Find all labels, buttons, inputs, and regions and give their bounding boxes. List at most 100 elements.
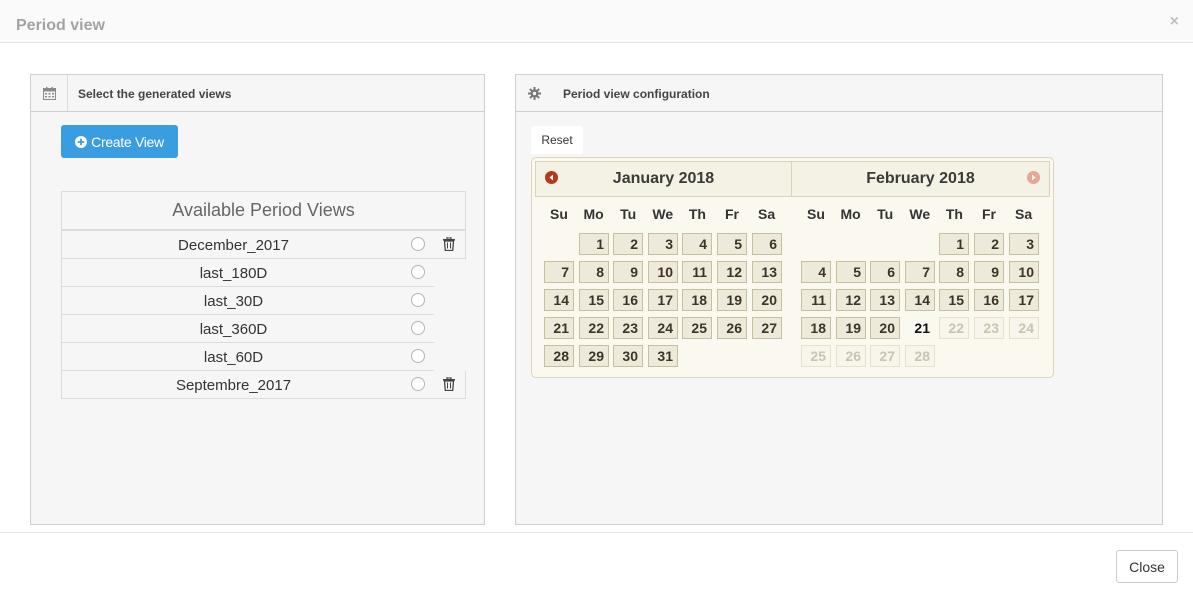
calendar-day[interactable]: 21 [905, 317, 935, 339]
create-view-label: Create View [91, 133, 164, 150]
calendar-day[interactable]: 11 [801, 289, 831, 311]
period-view-row[interactable]: last_30D [61, 287, 434, 315]
calendar-day[interactable]: 28 [544, 345, 574, 367]
month-title: January 2018 [535, 161, 792, 197]
calendar-day[interactable]: 1 [939, 233, 969, 255]
calendar-day[interactable]: 26 [717, 317, 747, 339]
calendar-day[interactable]: 14 [905, 289, 935, 311]
period-view-name: Septembre_2017 [175, 377, 292, 394]
calendar-day[interactable]: 4 [682, 233, 712, 255]
calendar-day[interactable]: 16 [613, 289, 643, 311]
trash-icon[interactable] [443, 236, 455, 256]
calendar-day[interactable]: 4 [801, 261, 831, 283]
calendar-day[interactable]: 6 [752, 233, 782, 255]
reset-button[interactable]: Reset [531, 126, 583, 154]
period-view-name: last_30D [203, 293, 264, 310]
calendar-day[interactable]: 10 [648, 261, 678, 283]
calendar-day[interactable]: 8 [939, 261, 969, 283]
calendar-day[interactable]: 6 [870, 261, 900, 283]
calendar-day[interactable]: 7 [544, 261, 574, 283]
calendar-day[interactable]: 21 [544, 317, 574, 339]
weekday-label: Su [807, 206, 825, 222]
calendar-day: 28 [905, 345, 935, 367]
calendar-day[interactable]: 23 [613, 317, 643, 339]
calendar-day[interactable]: 10 [1009, 261, 1039, 283]
weekday-label: Fr [982, 206, 996, 222]
calendar-day[interactable]: 19 [717, 289, 747, 311]
calendar-day[interactable]: 3 [1009, 233, 1039, 255]
calendar-day[interactable]: 31 [648, 345, 678, 367]
select-view-radio[interactable] [411, 349, 425, 363]
calendar-day[interactable]: 13 [870, 289, 900, 311]
period-view-row[interactable]: December_2017 [61, 231, 466, 259]
calendar-day[interactable]: 12 [717, 261, 747, 283]
calendar-day[interactable]: 17 [1009, 289, 1039, 311]
close-button[interactable]: Close [1116, 550, 1178, 583]
panel-header: Period view configuration [516, 75, 1162, 112]
calendar-day[interactable]: 17 [648, 289, 678, 311]
period-view-name: last_180D [199, 265, 268, 282]
calendar-day[interactable]: 20 [870, 317, 900, 339]
calendar-day[interactable]: 30 [613, 345, 643, 367]
table-header: Available Period Views [61, 191, 466, 231]
month-title: February 2018 [791, 161, 1050, 197]
period-view-row[interactable]: last_360D [61, 315, 434, 343]
calendar-day[interactable]: 2 [974, 233, 1004, 255]
panel-title: Select the generated views [78, 87, 232, 101]
period-view-row[interactable]: Septembre_2017 [61, 371, 466, 399]
select-view-radio[interactable] [411, 293, 425, 307]
weekday-label: Sa [758, 206, 776, 222]
calendar-day[interactable]: 15 [939, 289, 969, 311]
select-view-radio[interactable] [411, 237, 425, 251]
weekday-label: Tu [877, 206, 894, 222]
period-view-row[interactable]: last_60D [61, 343, 434, 371]
calendar-day[interactable]: 16 [974, 289, 1004, 311]
calendar-day[interactable]: 3 [648, 233, 678, 255]
calendar-day: 26 [836, 345, 866, 367]
calendar-day[interactable]: 13 [752, 261, 782, 283]
calendar-day[interactable]: 14 [544, 289, 574, 311]
plus-circle-icon [75, 135, 88, 148]
period-view-row[interactable]: last_180D [61, 259, 434, 287]
gear-icon [516, 75, 552, 111]
create-view-button[interactable]: Create View [61, 125, 178, 158]
calendar-day[interactable]: 22 [579, 317, 609, 339]
calendar-day[interactable]: 5 [836, 261, 866, 283]
weekday-label: Fr [725, 206, 739, 222]
calendar-day[interactable]: 9 [974, 261, 1004, 283]
trash-icon[interactable] [443, 376, 455, 396]
weekday-label: Tu [620, 206, 637, 222]
weekday-label: Th [688, 206, 706, 222]
calendar-day[interactable]: 25 [682, 317, 712, 339]
calendar-day[interactable]: 15 [579, 289, 609, 311]
select-view-radio[interactable] [411, 265, 425, 279]
weekday-label: Th [945, 206, 963, 222]
weekday-label: Su [550, 206, 568, 222]
select-view-radio[interactable] [411, 377, 425, 391]
period-views-table: Available Period Views December_2017last… [61, 191, 466, 399]
calendar-day[interactable]: 1 [579, 233, 609, 255]
calendar-day[interactable]: 8 [579, 261, 609, 283]
weekday-label: Mo [840, 206, 861, 222]
next-month-icon[interactable] [1027, 171, 1040, 184]
calendar-day[interactable]: 18 [801, 317, 831, 339]
prev-month-icon[interactable] [545, 171, 558, 184]
calendar-day[interactable]: 19 [836, 317, 866, 339]
close-x-icon[interactable]: × [1170, 13, 1179, 31]
calendar-day[interactable]: 11 [682, 261, 712, 283]
calendar-day[interactable]: 5 [717, 233, 747, 255]
calendar-day[interactable]: 7 [905, 261, 935, 283]
weekday-label: We [652, 206, 674, 222]
calendar-day[interactable]: 27 [752, 317, 782, 339]
panel-header: Select the generated views [31, 75, 484, 112]
calendar-day[interactable]: 20 [752, 289, 782, 311]
calendar-day[interactable]: 9 [613, 261, 643, 283]
select-view-radio[interactable] [411, 321, 425, 335]
modal-title: Period view [16, 17, 105, 34]
calendar-day[interactable]: 12 [836, 289, 866, 311]
calendar-day: 24 [1009, 317, 1039, 339]
calendar-day[interactable]: 18 [682, 289, 712, 311]
calendar-day[interactable]: 24 [648, 317, 678, 339]
calendar-day[interactable]: 29 [579, 345, 609, 367]
calendar-day[interactable]: 2 [613, 233, 643, 255]
